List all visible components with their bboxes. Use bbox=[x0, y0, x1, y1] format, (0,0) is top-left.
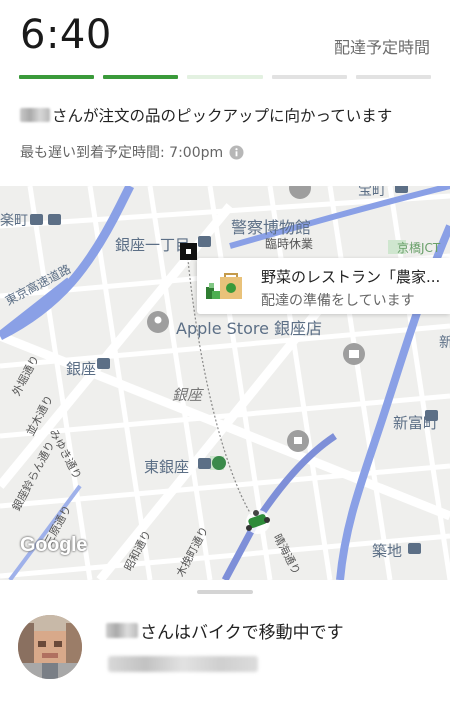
restaurant-pin-marker[interactable] bbox=[180, 243, 197, 260]
progress-segment-2 bbox=[103, 75, 179, 79]
progress-segment-5 bbox=[355, 75, 432, 79]
map-label-higashi-ginza: 東銀座 bbox=[144, 458, 190, 476]
courier-info-sheet[interactable]: さんはバイクで移動中です bbox=[0, 580, 450, 706]
map-label-ginza-station: 銀座 bbox=[66, 360, 97, 378]
map-label-kyobashi-jct: 京橋JCT bbox=[397, 241, 441, 255]
map-label-rinji: 臨時休業 bbox=[265, 237, 314, 251]
restaurant-info-card[interactable]: 野菜のレストラン「農家... 配達の準備をしています bbox=[197, 258, 450, 314]
map-label-ginza-area: 銀座 bbox=[172, 386, 203, 404]
latest-arrival: 最も遅い到着予定時間: 7:00pm bbox=[20, 142, 244, 162]
delivery-progress-bar bbox=[19, 75, 432, 79]
map-label-raku-cho: 楽町 bbox=[0, 213, 28, 229]
map-label-ginza-itchome: 銀座一丁目 bbox=[115, 236, 191, 254]
shopping-bag-icon bbox=[206, 271, 246, 301]
latest-arrival-text: 最も遅い到着予定時間: 7:00pm bbox=[20, 145, 224, 161]
courier-status-text: さんはバイクで移動中です bbox=[140, 623, 344, 643]
eta-time: 6:40 bbox=[20, 12, 112, 58]
apple-store-pin bbox=[147, 311, 169, 333]
info-icon[interactable] bbox=[229, 145, 244, 160]
eta-label: 配達予定時間 bbox=[333, 38, 430, 57]
restaurant-prep-status: 配達の準備をしています bbox=[261, 293, 415, 309]
order-status-header: 6:40 配達予定時間 さんが注文の品のピックアップに向かっています 最も遅い到… bbox=[0, 0, 450, 186]
progress-segment-4 bbox=[271, 75, 347, 79]
map-label-tsukiji: 築地 bbox=[372, 542, 403, 560]
map-label-shin: 新 bbox=[439, 335, 450, 351]
blurred-courier-name bbox=[20, 108, 50, 122]
blurred-courier-name-2 bbox=[106, 623, 138, 638]
courier-transport-status: さんはバイクで移動中です bbox=[106, 618, 344, 643]
pickup-status-text: さんが注文の品のピックアップに向かっています bbox=[52, 107, 393, 125]
map-label-apple-store: Apple Store 銀座店 bbox=[176, 319, 323, 338]
courier-avatar bbox=[18, 615, 82, 679]
sheet-drag-handle[interactable] bbox=[197, 590, 253, 594]
progress-segment-1 bbox=[19, 75, 95, 79]
map-label-shintomicho: 新富町 bbox=[393, 414, 439, 432]
map-label-takara: 宝町 bbox=[358, 186, 386, 199]
courier-pickup-status: さんが注文の品のピックアップに向かっています bbox=[20, 104, 392, 126]
blurred-vehicle-info bbox=[108, 656, 258, 672]
delivery-map[interactable]: 楽町 宝町 警察博物館 臨時休業 京橋JCT 銀座一丁目 東京高速道路 Appl… bbox=[0, 186, 450, 580]
courier-bike-marker bbox=[246, 510, 270, 534]
restaurant-name: 野菜のレストラン「農家... bbox=[261, 268, 441, 286]
google-attribution: Google bbox=[20, 534, 88, 556]
progress-segment-3 bbox=[187, 75, 263, 79]
